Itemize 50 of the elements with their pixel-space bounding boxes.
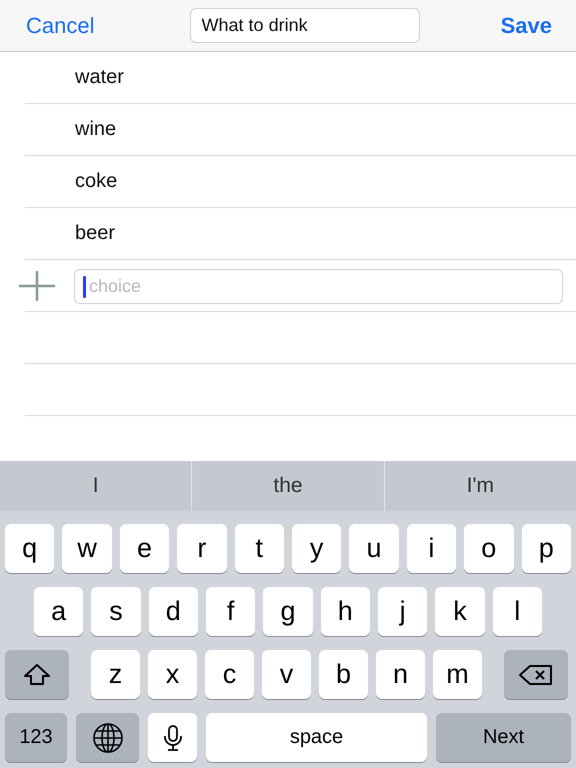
key[interactable]: u bbox=[349, 524, 399, 573]
choice-text: wine bbox=[75, 118, 116, 141]
shift-key[interactable] bbox=[5, 650, 69, 699]
key[interactable]: z bbox=[91, 650, 140, 699]
key[interactable]: b bbox=[319, 650, 368, 699]
key[interactable]: y bbox=[292, 524, 342, 573]
next-key[interactable]: Next bbox=[436, 713, 571, 762]
key[interactable]: a bbox=[34, 587, 84, 636]
key[interactable]: d bbox=[148, 587, 198, 636]
globe-icon bbox=[92, 722, 124, 754]
key[interactable]: q bbox=[5, 524, 54, 573]
choice-text: water bbox=[75, 66, 124, 89]
choice-text: beer bbox=[75, 222, 116, 245]
choice-text: coke bbox=[75, 170, 118, 193]
shift-icon bbox=[22, 662, 52, 686]
backspace-key[interactable] bbox=[504, 650, 568, 699]
suggestion[interactable]: the bbox=[191, 461, 384, 511]
key[interactable]: o bbox=[464, 524, 514, 573]
key[interactable]: h bbox=[320, 587, 370, 636]
key[interactable]: m bbox=[433, 650, 482, 699]
space-key[interactable]: space bbox=[206, 713, 427, 762]
numbers-key[interactable]: 123 bbox=[5, 713, 67, 762]
key[interactable]: c bbox=[205, 650, 254, 699]
key[interactable]: w bbox=[62, 524, 112, 573]
suggestion[interactable]: I'm bbox=[384, 461, 576, 511]
key[interactable]: l bbox=[492, 587, 542, 636]
save-button[interactable]: Save bbox=[490, 8, 562, 42]
key[interactable]: r bbox=[177, 524, 227, 573]
choice-input-field[interactable]: choice bbox=[74, 268, 563, 304]
globe-key[interactable] bbox=[76, 713, 139, 762]
key[interactable]: j bbox=[378, 587, 428, 636]
key[interactable]: i bbox=[406, 524, 456, 573]
cancel-button[interactable]: Cancel bbox=[16, 8, 104, 42]
key[interactable]: e bbox=[120, 524, 170, 573]
key[interactable]: f bbox=[206, 587, 256, 636]
key[interactable]: n bbox=[376, 650, 425, 699]
mic-key[interactable] bbox=[148, 713, 197, 762]
title-field[interactable]: What to drink bbox=[190, 8, 420, 43]
microphone-icon bbox=[162, 724, 182, 752]
text-cursor bbox=[83, 276, 86, 298]
plus-icon[interactable] bbox=[18, 271, 56, 301]
key[interactable]: k bbox=[435, 587, 485, 636]
key[interactable]: p bbox=[522, 524, 571, 573]
key[interactable]: g bbox=[263, 587, 313, 636]
key[interactable]: t bbox=[234, 524, 284, 573]
backspace-icon bbox=[518, 662, 554, 686]
key[interactable]: s bbox=[91, 587, 141, 636]
key[interactable]: v bbox=[262, 650, 311, 699]
suggestion[interactable]: I bbox=[0, 461, 192, 511]
key[interactable]: x bbox=[148, 650, 197, 699]
